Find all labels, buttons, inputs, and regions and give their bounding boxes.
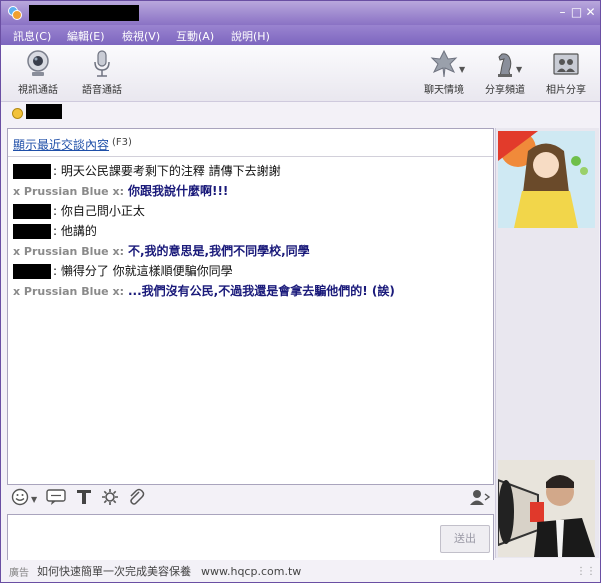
ad-text: 如何快速簡單一次完成美容保養 [37,565,191,578]
voice-call-button[interactable]: 語音通話 [77,49,127,96]
chess-knight-icon [498,53,512,77]
message-row: x Prussian Blue x: 不,我的意思是,我們不同學校,同學 [13,242,310,260]
close-icon[interactable]: ✕ [584,6,597,19]
sender-name: x Prussian Blue x: [13,285,124,298]
messenger-logo-icon [8,6,22,20]
message-text: : 懶得分了 你就這樣順便騙你同學 [53,264,233,278]
share-channel-button[interactable]: 分享頻道 [480,49,530,96]
message-text: 不,我的意思是,我們不同學校,同學 [127,244,310,258]
sender-name: x Prussian Blue x: [13,185,124,198]
window-title-redacted [29,5,139,21]
show-recent-history-link[interactable]: 顯示最近交談內容 [13,136,109,153]
title-bar[interactable]: – □ ✕ [1,1,600,25]
photo-share-label: 相片分享 [546,85,586,96]
message-text: : 他講的 [53,224,97,238]
ad-link[interactable]: 如何快速簡單一次完成美容保養 www.hqcp.com.tw [37,563,301,579]
voice-call-label: 語音通話 [82,85,122,96]
menu-message[interactable]: 訊息(C) [13,28,51,44]
maximize-icon[interactable]: □ [570,6,583,19]
minimize-icon[interactable]: – [556,6,569,19]
share-channel-dropdown-icon[interactable]: ▼ [516,65,522,74]
emoticon-dropdown-icon[interactable]: ▼ [31,495,37,504]
contact-list-icon[interactable] [469,488,491,506]
leaf-icon [430,49,458,78]
avatar-column [495,128,599,558]
history-shortcut: (F3) [112,137,132,148]
message-row: x Prussian Blue x: 你跟我說什麼啊!!! [13,182,228,200]
contact-name-redacted [26,104,62,119]
chat-mood-label: 聊天情境 [424,85,464,96]
history-bar: 顯示最近交談內容 (F3) [8,129,493,157]
message-row: : 懶得分了 你就這樣順便騙你同學 [13,262,233,280]
ad-url: www.hqcp.com.tw [201,565,302,578]
send-button[interactable]: 送出 [440,525,490,553]
resize-grip-icon[interactable]: ⋮⋮ [576,566,596,577]
ad-bar: 廣告 如何快速簡單一次完成美容保養 www.hqcp.com.tw ⋮⋮ [1,560,600,582]
message-text: 你跟我說什麼啊!!! [127,184,229,198]
attachment-icon[interactable] [127,488,145,506]
message-row: : 你自己問小正太 [13,202,145,220]
menu-help[interactable]: 說明(H) [231,28,270,44]
my-avatar[interactable] [498,460,595,557]
ad-label: 廣告 [9,568,29,579]
photo-album-icon [553,53,579,75]
message-input[interactable]: 送出 [7,514,494,561]
chat-history-panel[interactable]: 顯示最近交談內容 (F3) : 明天公民課要考剩下的注釋 請傳下去謝謝 x Pr… [7,128,494,485]
message-text: : 你自己問小正太 [53,204,145,218]
wink-gear-icon[interactable] [101,488,119,506]
photo-share-button[interactable]: 相片分享 [541,49,591,96]
message-row: : 他講的 [13,222,97,240]
formatting-bar: ▼ [7,485,493,511]
messenger-window: – □ ✕ 訊息(C) 編輯(E) 檢視(V) 互動(A) 說明(H) 視訊通話 [0,0,601,583]
status-row [1,101,600,123]
online-status-icon [12,108,23,119]
emoticon-icon[interactable] [11,488,29,506]
sender-name-redacted [13,164,51,179]
menu-edit[interactable]: 編輯(E) [67,28,105,44]
sender-name-redacted [13,204,51,219]
menu-interact[interactable]: 互動(A) [176,28,214,44]
menu-bar: 訊息(C) 編輯(E) 檢視(V) 互動(A) 說明(H) [1,25,600,45]
chat-mood-dropdown-icon[interactable]: ▼ [459,65,465,74]
sender-name-redacted [13,264,51,279]
webcam-icon [27,50,49,76]
share-channel-label: 分享頻道 [485,85,525,96]
message-row: x Prussian Blue x: ...我們沒有公民,不過我還是會拿去騙他們的… [13,282,395,300]
sender-name-redacted [13,224,51,239]
microphone-icon [94,50,110,77]
font-icon[interactable] [75,488,93,506]
message-text: : 明天公民課要考剩下的注釋 請傳下去謝謝 [53,164,281,178]
menu-view[interactable]: 檢視(V) [122,28,160,44]
toolbar: 視訊通話 語音通話 聊天情境 ▼ 分享頻道 ▼ 相片分享 [1,45,600,102]
sender-name: x Prussian Blue x: [13,245,124,258]
nudge-icon[interactable] [46,488,66,506]
contact-avatar[interactable] [498,131,595,228]
video-call-button[interactable]: 視訊通話 [13,49,63,96]
message-row: : 明天公民課要考剩下的注釋 請傳下去謝謝 [13,162,281,180]
video-call-label: 視訊通話 [18,85,58,96]
message-text: ...我們沒有公民,不過我還是會拿去騙他們的! (誒) [127,284,395,298]
